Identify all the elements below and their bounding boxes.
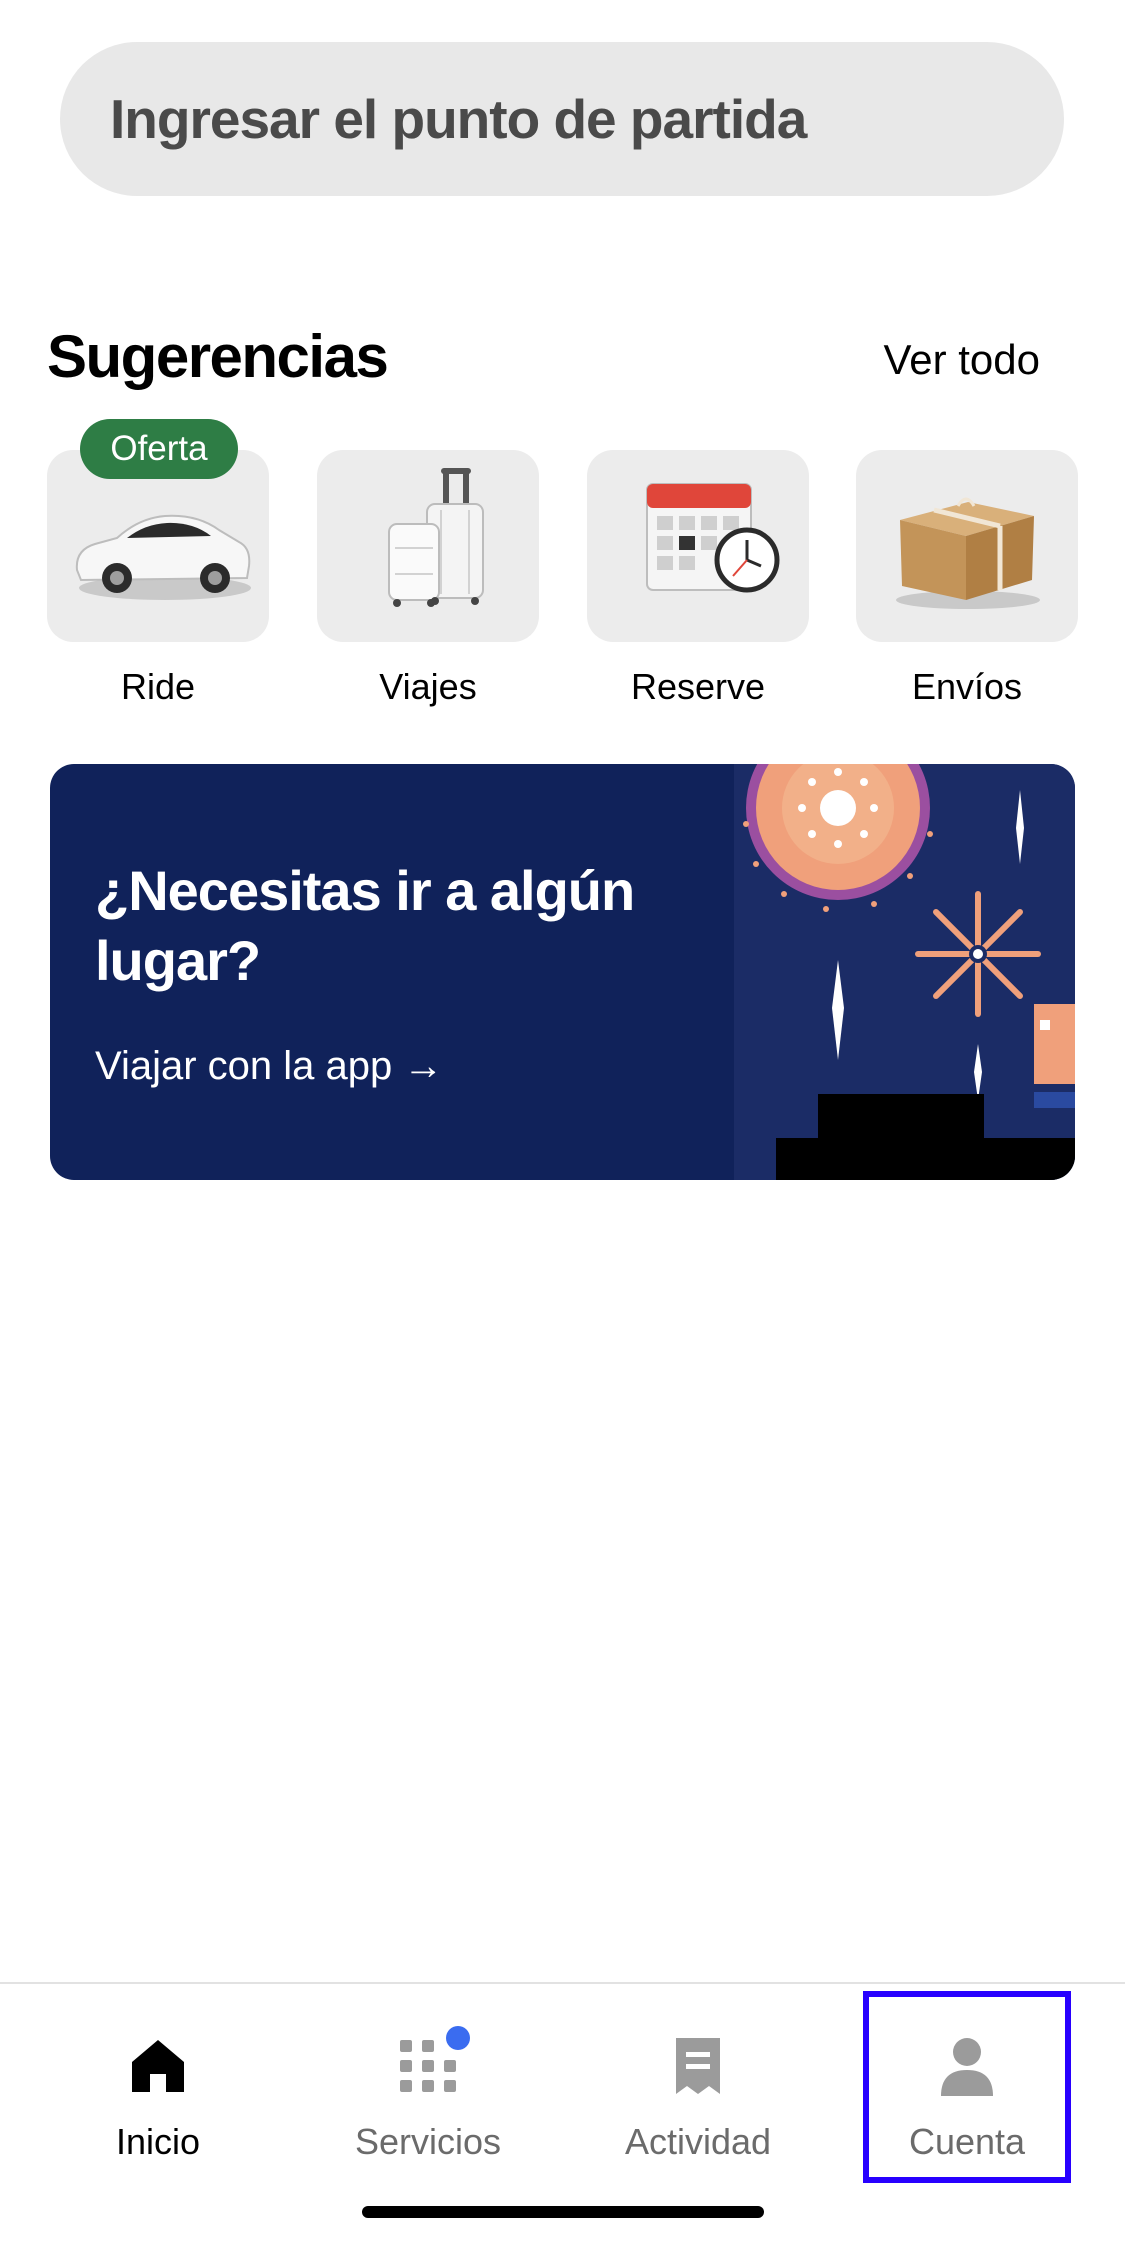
suggestion-viajes-label: Viajes — [379, 666, 477, 707]
suggestion-envios-label: Envíos — [911, 666, 1023, 707]
home-icon — [132, 2040, 184, 2092]
home-indicator — [362, 2206, 764, 2218]
tab-inicio-label: Inicio — [115, 2121, 201, 2162]
see-all-link[interactable]: Ver todo — [884, 336, 1040, 384]
banner-title: ¿Necesitas ir a algún lugar? — [95, 859, 635, 992]
suggestion-reserve-label: Reserve — [630, 666, 766, 707]
suggestion-ride-label: Ride — [120, 666, 196, 707]
tab-actividad-label: Actividad — [624, 2121, 772, 2162]
tab-actividad[interactable]: Actividad — [578, 1984, 818, 2184]
suggestion-reserve-card[interactable] — [587, 450, 809, 642]
pickup-search-bar[interactable] — [60, 42, 1064, 196]
suggestion-viajes-card[interactable] — [317, 450, 539, 642]
banner-cta-link[interactable]: Viajar con la app → — [95, 1044, 443, 1089]
calendar-clock-icon — [646, 483, 780, 593]
notification-dot — [446, 2026, 470, 2050]
luggage-icon — [388, 468, 484, 607]
pickup-search-input[interactable] — [108, 86, 1064, 152]
tab-servicios-label: Servicios — [354, 2121, 502, 2162]
receipt-icon — [676, 2038, 720, 2094]
cuenta-highlight-outline — [863, 1991, 1071, 2183]
package-icon — [896, 497, 1040, 609]
tab-inicio[interactable]: Inicio — [38, 1984, 278, 2184]
fireworks-illustration — [734, 764, 1075, 1180]
offer-badge: Oferta — [80, 419, 238, 479]
promo-banner[interactable]: ¿Necesitas ir a algún lugar? Viajar con … — [50, 764, 1075, 1180]
suggestions-title: Sugerencias — [47, 323, 389, 390]
tab-servicios[interactable]: Servicios — [308, 1984, 548, 2184]
suggestion-envios-card[interactable] — [856, 450, 1078, 642]
